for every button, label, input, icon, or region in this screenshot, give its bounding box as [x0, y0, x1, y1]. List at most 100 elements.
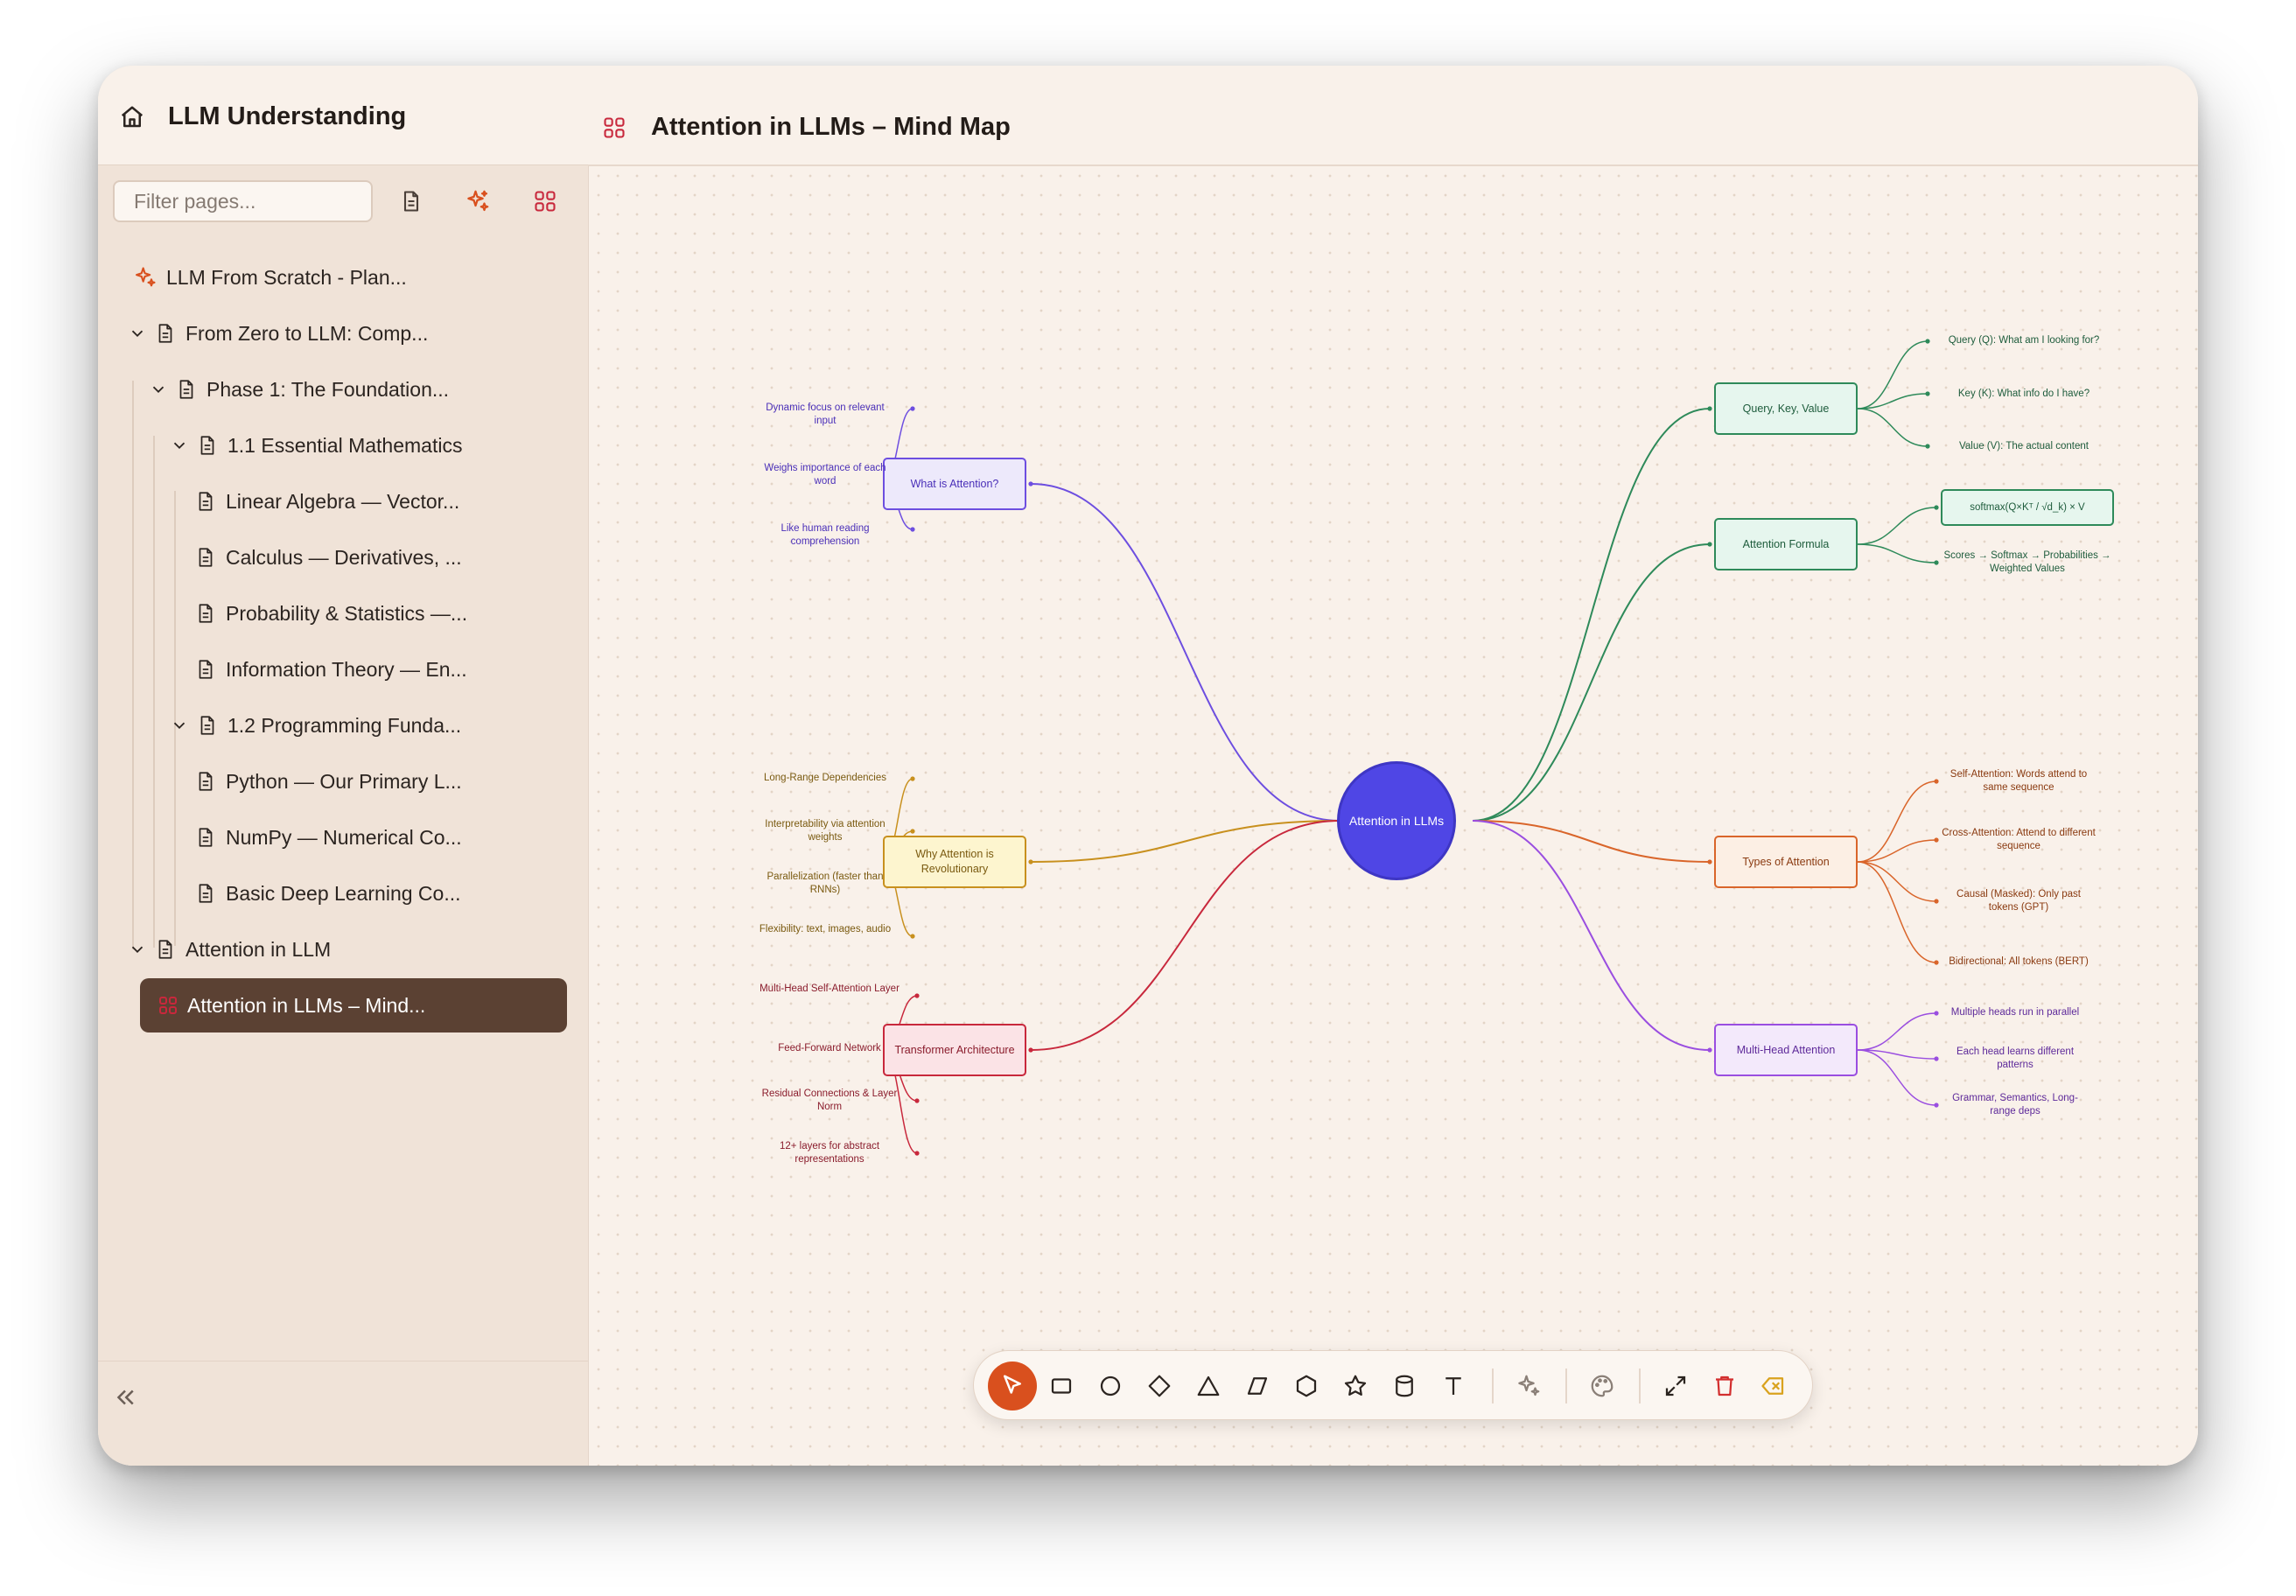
mind-map-canvas[interactable]: Attention in LLMs What is Attention? Why… — [589, 166, 2198, 1466]
edge-leaf — [1857, 861, 1937, 902]
edge-arrow — [1028, 859, 1033, 864]
tree-item-programming-fundamentals[interactable]: 1.2 Programming Funda... — [170, 701, 461, 750]
page-icon — [199, 548, 213, 567]
tree-item-essential-mathematics[interactable]: 1.1 Essential Mathematics — [170, 421, 462, 470]
edge-leaf — [1857, 507, 1937, 545]
edge-arrow — [910, 829, 915, 834]
sparkle-icon — [136, 267, 156, 287]
star-icon — [1344, 1375, 1367, 1396]
hexagon-tool[interactable] — [1282, 1362, 1331, 1410]
tree-item-attention-in-llm[interactable]: Attention in LLM — [128, 925, 331, 974]
branch-node-transformer[interactable]: Transformer Architecture — [883, 1024, 1026, 1076]
edge-arrow — [1934, 899, 1939, 904]
leaf-text: Cross-Attention: Attend to different seq… — [1942, 828, 2096, 851]
delete-tool[interactable] — [1700, 1362, 1749, 1410]
clear-tool[interactable] — [1749, 1362, 1798, 1410]
edge-arrow — [914, 993, 920, 998]
leaf-text: Key (K): What info do I have? — [1957, 388, 2090, 399]
edge-arrow — [910, 776, 915, 781]
cylinder-tool[interactable] — [1380, 1362, 1429, 1410]
branch-node-types-of-attention[interactable]: Types of Attention — [1714, 836, 1858, 888]
tree-item-from-zero-to-llm[interactable]: From Zero to LLM: Comp... — [128, 309, 428, 358]
tree-item-calculus[interactable]: Calculus — Derivatives, ... — [194, 533, 462, 582]
tree-item-phase-1[interactable]: Phase 1: The Foundation... — [149, 365, 449, 414]
ai-sparkle-icon[interactable] — [458, 182, 497, 220]
parallelogram-icon — [1247, 1377, 1268, 1395]
toolbar-divider — [1565, 1368, 1567, 1404]
leaf-text: Value (V): The actual content — [1959, 441, 2089, 452]
edge-arrow — [1934, 1011, 1939, 1016]
chevron-down-icon[interactable] — [128, 324, 147, 343]
star-tool[interactable] — [1331, 1362, 1380, 1410]
branch-node-what-is-attention[interactable]: What is Attention? — [883, 458, 1026, 510]
workspace-title: LLM Understanding — [168, 102, 407, 130]
triangle-icon — [1197, 1376, 1220, 1396]
page-icon — [158, 940, 172, 959]
new-page-icon[interactable] — [392, 182, 430, 220]
tree-item-python[interactable]: Python — Our Primary L... — [194, 757, 462, 806]
filter-pages-input[interactable] — [113, 180, 373, 222]
chevron-down-icon[interactable] — [170, 716, 189, 735]
leaf-text: Interpretability via attention weights — [765, 819, 886, 843]
page-icon — [199, 772, 213, 791]
leaf-text: Residual Connections & Layer Norm — [761, 1088, 898, 1112]
edge-arrow — [914, 1098, 920, 1103]
parallelogram-tool[interactable] — [1233, 1362, 1282, 1410]
page-icon — [158, 324, 172, 343]
leaf-text: Flexibility: text, images, audio — [759, 924, 892, 934]
leaf-text: Feed-Forward Network — [778, 1043, 881, 1054]
tree-item-label: 1.1 Essential Mathematics — [228, 433, 463, 457]
triangle-tool[interactable] — [1184, 1362, 1233, 1410]
page-icon — [199, 660, 213, 679]
fit-view-tool[interactable] — [1651, 1362, 1700, 1410]
palette-tool[interactable] — [1578, 1362, 1627, 1410]
cursor-icon — [1004, 1375, 1021, 1394]
edge-center-qkv — [1472, 408, 1711, 822]
page-icon — [200, 716, 214, 735]
text-tool[interactable] — [1429, 1362, 1478, 1410]
tree-item-label: Linear Algebra — Vector... — [226, 489, 460, 513]
leaf-text: Causal (Masked): Only past tokens (GPT) — [1956, 889, 2081, 913]
ai-sparkle-tool[interactable] — [1504, 1362, 1553, 1410]
edge-arrow — [1028, 481, 1033, 486]
leaf-node-formula[interactable]: softmax(Q×Kᵀ / √d_k) × V — [1941, 489, 2114, 526]
edge-center-why — [1030, 820, 1340, 863]
leaf-text: Long-Range Dependencies — [763, 773, 887, 783]
branch-node-query-key-value[interactable]: Query, Key, Value — [1714, 382, 1858, 435]
center-node[interactable]: Attention in LLMs — [1337, 761, 1456, 880]
tree-item-label: Information Theory — En... — [226, 657, 467, 681]
leaf-text: Like human reading comprehension — [780, 523, 870, 547]
tree-item-attention-mind-map[interactable]: Attention in LLMs – Mind... — [140, 978, 567, 1032]
rectangle-tool[interactable] — [1037, 1362, 1086, 1410]
circle-tool[interactable] — [1086, 1362, 1135, 1410]
chevron-down-icon[interactable] — [128, 940, 147, 959]
leaf-text: Bidirectional: All tokens (BERT) — [1949, 956, 2089, 967]
drawing-toolbar — [973, 1350, 1813, 1420]
mind-map-icon[interactable] — [526, 182, 564, 220]
tree-item-basic-deep-learning[interactable]: Basic Deep Learning Co... — [194, 869, 461, 918]
page-icon — [200, 436, 214, 455]
chevron-down-icon[interactable] — [149, 380, 168, 399]
home-icon[interactable] — [119, 104, 145, 130]
expand-icon — [1665, 1376, 1686, 1396]
mind-map-icon — [159, 997, 177, 1014]
tree-item-linear-algebra[interactable]: Linear Algebra — Vector... — [194, 477, 459, 526]
branch-node-why-revolutionary[interactable]: Why Attention is Revolutionary — [883, 836, 1026, 888]
chevron-down-icon[interactable] — [170, 436, 189, 455]
select-tool[interactable] — [988, 1362, 1037, 1410]
tree-item-llm-from-scratch[interactable]: LLM From Scratch - Plan... — [133, 253, 407, 302]
tree-item-probability-statistics[interactable]: Probability & Statistics —... — [194, 589, 467, 638]
diamond-tool[interactable] — [1135, 1362, 1184, 1410]
branch-node-attention-formula[interactable]: Attention Formula — [1714, 518, 1858, 570]
edge-arrow — [1925, 391, 1930, 396]
tree-item-numpy[interactable]: NumPy — Numerical Co... — [194, 813, 462, 862]
toolbar-divider — [1492, 1368, 1494, 1404]
edge-arrow — [1707, 542, 1712, 547]
tree-item-label: NumPy — Numerical Co... — [226, 825, 462, 849]
edge-arrow — [1028, 1047, 1033, 1053]
collapse-sidebar-icon[interactable] — [112, 1384, 138, 1410]
branch-node-multi-head[interactable]: Multi-Head Attention — [1714, 1024, 1858, 1076]
sidebar-footer — [98, 1361, 588, 1466]
edge-arrow — [1934, 960, 1939, 965]
tree-item-information-theory[interactable]: Information Theory — En... — [194, 645, 467, 694]
